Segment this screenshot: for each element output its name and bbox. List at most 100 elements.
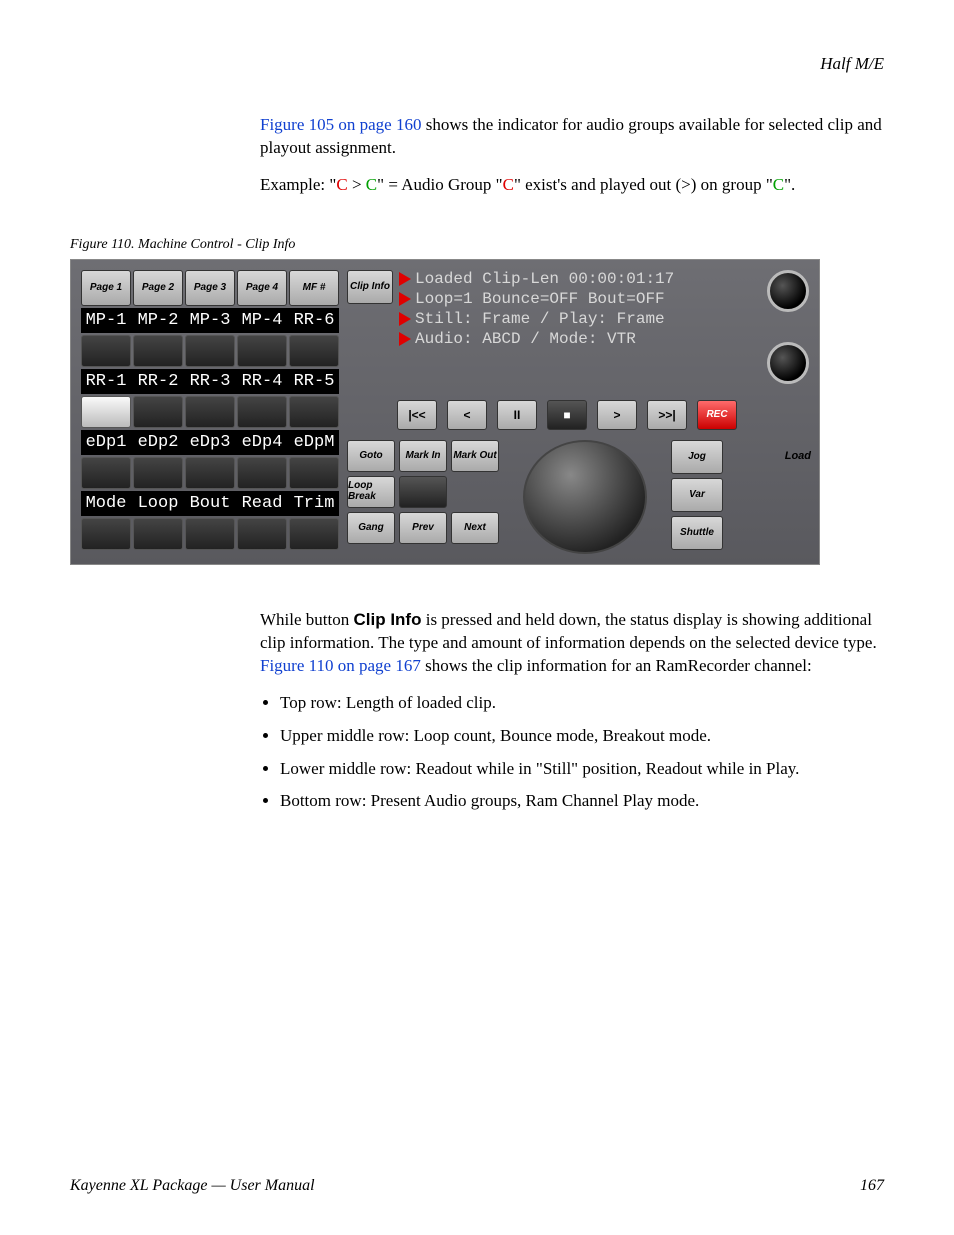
row3-label: eDp1 xyxy=(81,433,131,452)
rr-button-row xyxy=(81,396,339,428)
figure-110-link[interactable]: Figure 110 on page 167 xyxy=(260,656,421,675)
clip-line-3: Still: Frame / Play: Frame xyxy=(415,310,665,328)
row1-label: MP-2 xyxy=(133,311,183,330)
var-button[interactable]: Var xyxy=(671,478,723,512)
jog-wheel[interactable] xyxy=(523,440,647,554)
rr-3-button[interactable] xyxy=(185,396,235,428)
loop-button[interactable] xyxy=(133,518,183,550)
page-number: 167 xyxy=(860,1177,884,1195)
intro-block: Figure 105 on page 160 shows the indicat… xyxy=(260,114,884,197)
rr-4-button[interactable] xyxy=(237,396,287,428)
mp-button-row xyxy=(81,335,339,367)
row3-label: eDp3 xyxy=(185,433,235,452)
triangle-icon xyxy=(399,332,411,346)
edp-3-button[interactable] xyxy=(185,457,235,489)
clip-info-bold: Clip Info xyxy=(353,610,421,629)
pause-button[interactable]: II xyxy=(497,400,537,430)
clip-info-button[interactable]: Clip Info xyxy=(347,270,393,304)
p1-a: While button xyxy=(260,610,353,629)
row1-label: RR-6 xyxy=(289,311,339,330)
edp-2-button[interactable] xyxy=(133,457,183,489)
top-knob[interactable] xyxy=(767,270,809,312)
mid-text: " = Audio Group " xyxy=(377,175,502,194)
rr-2-button[interactable] xyxy=(133,396,183,428)
triangle-icon xyxy=(399,292,411,306)
load-label: Load xyxy=(785,450,811,462)
back-button[interactable]: < xyxy=(447,400,487,430)
control-grid: Goto Mark In Mark Out Loop Break Gang Pr… xyxy=(347,440,809,554)
rr-1-button[interactable] xyxy=(81,396,131,428)
row1-label: MP-4 xyxy=(237,311,287,330)
c-red-1: C xyxy=(336,175,347,194)
page-3-button[interactable]: Page 3 xyxy=(185,270,235,306)
bullet-item: Lower middle row: Readout while in "Stil… xyxy=(280,758,884,781)
figure-caption: Figure 110. Machine Control - Clip Info xyxy=(70,237,884,253)
blank-button[interactable] xyxy=(399,476,447,508)
edp-button-row xyxy=(81,457,339,489)
shuttle-button[interactable]: Shuttle xyxy=(671,516,723,550)
section-header: Half M/E xyxy=(70,54,884,74)
edp-4-button[interactable] xyxy=(237,457,287,489)
row4-label: Loop xyxy=(133,494,183,513)
rec-button[interactable]: REC xyxy=(697,400,737,430)
row2-label: RR-1 xyxy=(81,372,131,391)
mp-3-button[interactable] xyxy=(185,335,235,367)
mp-1-button[interactable] xyxy=(81,335,131,367)
rewind-button[interactable]: |<< xyxy=(397,400,437,430)
next-button[interactable]: Next xyxy=(451,512,499,544)
mark-in-button[interactable]: Mark In xyxy=(399,440,447,472)
bullet-item: Bottom row: Present Audio groups, Ram Ch… xyxy=(280,790,884,813)
row2-label: RR-3 xyxy=(185,372,235,391)
row2-label: RR-4 xyxy=(237,372,287,391)
second-knob[interactable] xyxy=(767,342,809,384)
c-green-2: C xyxy=(773,175,784,194)
mode-button[interactable] xyxy=(81,518,131,550)
stop-button[interactable]: ■ xyxy=(547,400,587,430)
row3-label: eDp2 xyxy=(133,433,183,452)
page-1-button[interactable]: Page 1 xyxy=(81,270,131,306)
clip-line-1: Loaded Clip-Len 00:00:01:17 xyxy=(415,270,674,288)
row4-label: Mode xyxy=(81,494,131,513)
transport-controls: |<< < II ■ > >>| REC xyxy=(397,400,809,430)
row3-label: eDpM xyxy=(289,433,339,452)
rr-6-button[interactable] xyxy=(289,335,339,367)
clip-status-display: Loaded Clip-Len 00:00:01:17 Loop=1 Bounc… xyxy=(399,270,753,384)
read-button[interactable] xyxy=(237,518,287,550)
row4-label: Bout xyxy=(185,494,235,513)
page-4-button[interactable]: Page 4 xyxy=(237,270,287,306)
page-2-button[interactable]: Page 2 xyxy=(133,270,183,306)
mark-out-button[interactable]: Mark Out xyxy=(451,440,499,472)
mp-2-button[interactable] xyxy=(133,335,183,367)
prev-button[interactable]: Prev xyxy=(399,512,447,544)
gang-button[interactable]: Gang xyxy=(347,512,395,544)
row4-label: Trim xyxy=(289,494,339,513)
row3-label: eDp4 xyxy=(237,433,287,452)
row2-label: RR-2 xyxy=(133,372,183,391)
page-footer: Kayenne XL Package — User Manual 167 xyxy=(70,1177,884,1195)
edp-1-button[interactable] xyxy=(81,457,131,489)
loop-break-button[interactable]: Loop Break xyxy=(347,476,395,508)
edp-m-button[interactable] xyxy=(289,457,339,489)
example-label: Example: " xyxy=(260,175,336,194)
p1-c: shows the clip information for an RamRec… xyxy=(421,656,812,675)
mf-button[interactable]: MF # xyxy=(289,270,339,306)
mode-button-row xyxy=(81,518,339,550)
goto-button[interactable]: Goto xyxy=(347,440,395,472)
end-text: ". xyxy=(784,175,795,194)
mp-4-button[interactable] xyxy=(237,335,287,367)
row1-label: MP-3 xyxy=(185,311,235,330)
play-button[interactable]: > xyxy=(597,400,637,430)
trim-button[interactable] xyxy=(289,518,339,550)
ffwd-button[interactable]: >>| xyxy=(647,400,687,430)
triangle-icon xyxy=(399,272,411,286)
row4-label: Read xyxy=(237,494,287,513)
jog-button[interactable]: Jog xyxy=(671,440,723,474)
bullet-list: Top row: Length of loaded clip. Upper mi… xyxy=(260,692,884,814)
footer-title: Kayenne XL Package — User Manual xyxy=(70,1177,315,1195)
figure-ref-link[interactable]: Figure 105 on page 160 xyxy=(260,115,421,134)
body-after-figure: While button Clip Info is pressed and he… xyxy=(260,609,884,814)
machine-control-panel: Page 1 Page 2 Page 3 Page 4 MF # MP-1 MP… xyxy=(70,259,820,565)
bout-button[interactable] xyxy=(185,518,235,550)
rr-5-button[interactable] xyxy=(289,396,339,428)
mp-label-row: MP-1 MP-2 MP-3 MP-4 RR-6 xyxy=(81,308,339,333)
